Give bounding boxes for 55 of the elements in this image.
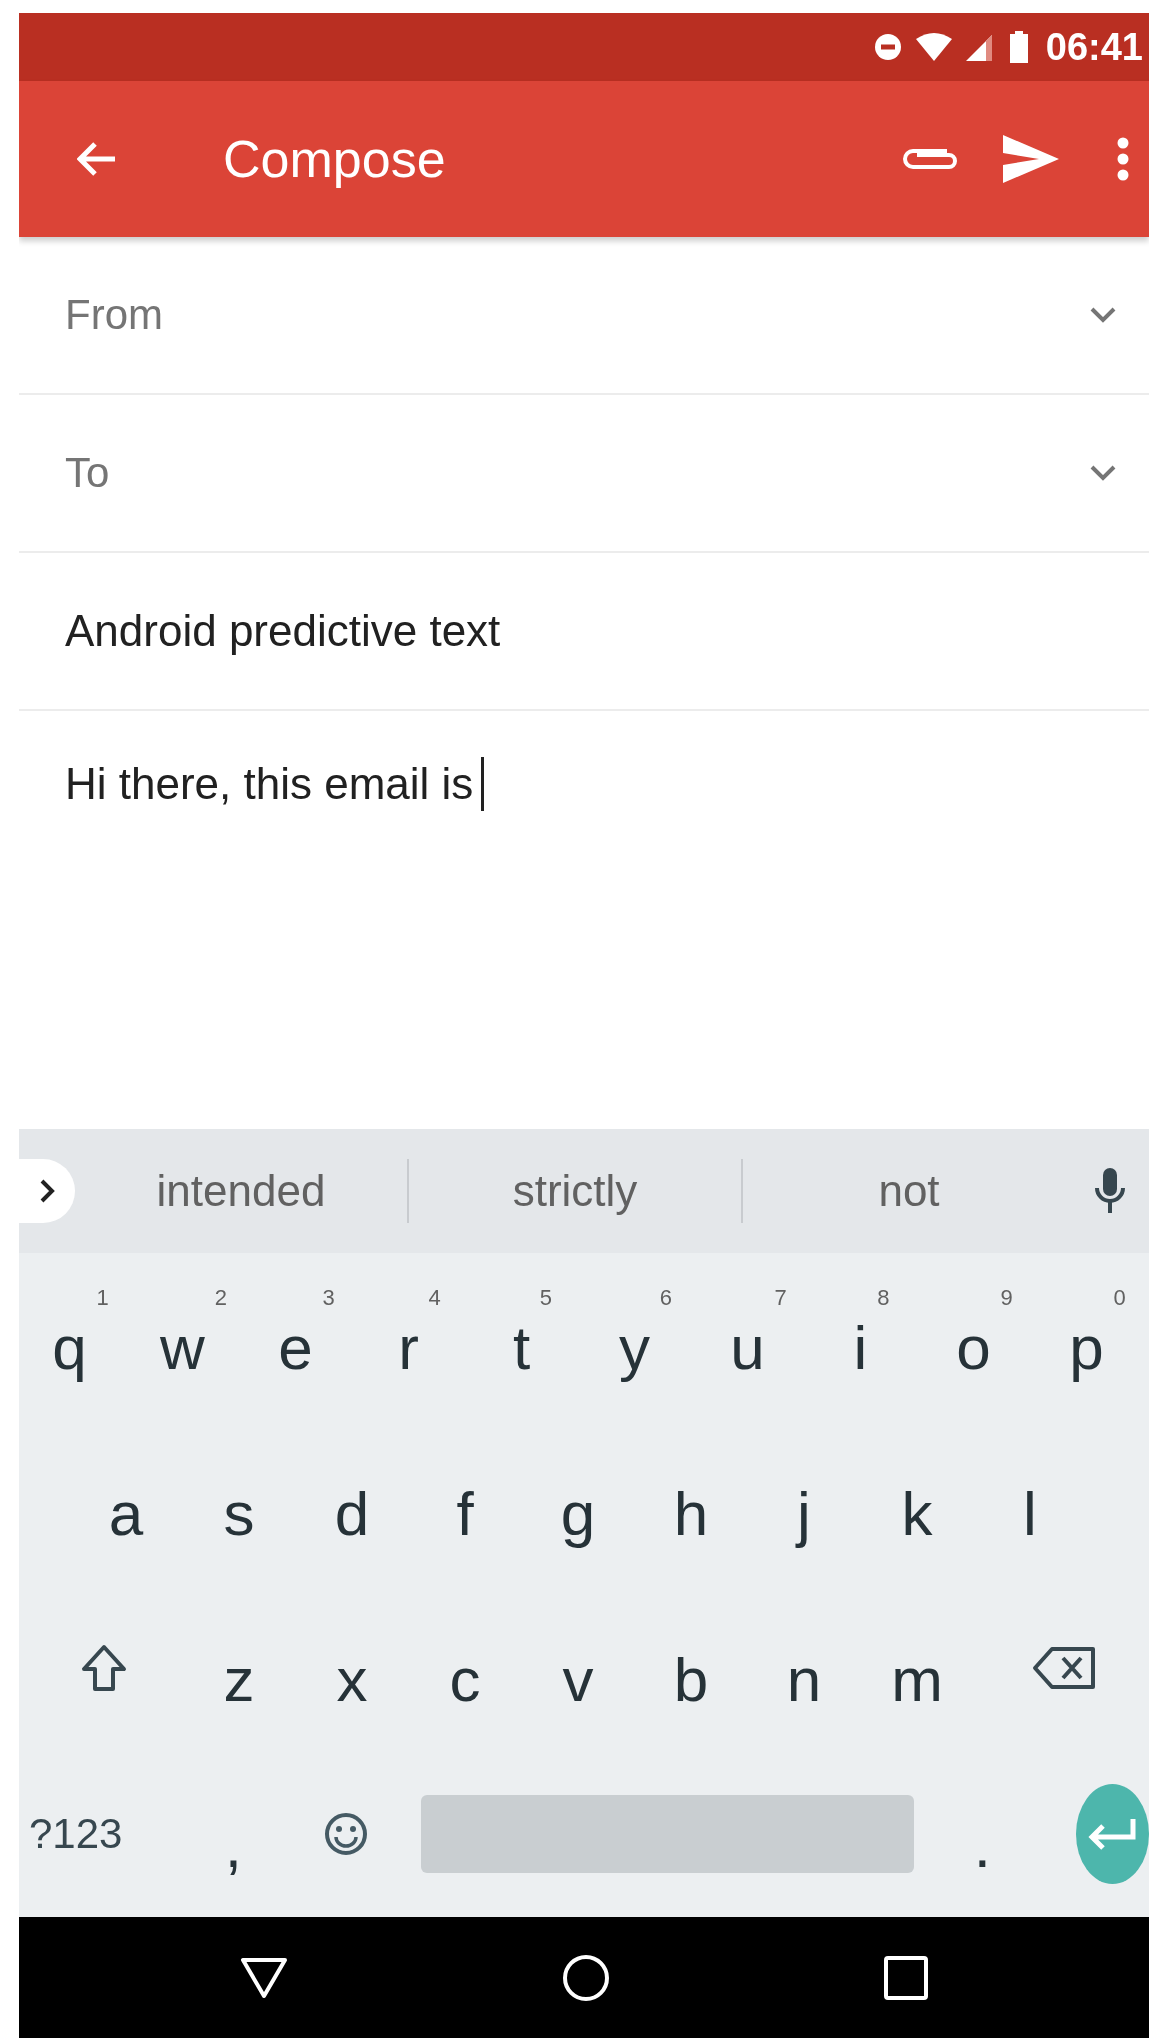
suggestion[interactable]: not xyxy=(743,1166,1075,1216)
key[interactable]: , xyxy=(214,1779,265,1889)
key[interactable]: v xyxy=(552,1613,616,1723)
recents-square-icon[interactable] xyxy=(884,1955,928,2000)
key[interactable]: r 4 xyxy=(388,1281,441,1391)
key[interactable]: . xyxy=(963,1779,1014,1889)
key[interactable]: s xyxy=(213,1447,277,1557)
symbols-key[interactable]: ?123 xyxy=(19,1797,133,1871)
key[interactable]: k xyxy=(891,1447,955,1557)
subject-field[interactable]: Android predictive text xyxy=(19,553,1149,711)
battery-icon xyxy=(1009,31,1028,63)
recipient-field[interactable]: From xyxy=(19,237,1149,395)
key[interactable]: i 8 xyxy=(843,1281,890,1391)
key[interactable]: u 7 xyxy=(720,1281,787,1391)
key[interactable]: o 9 xyxy=(946,1281,1013,1391)
key[interactable]: j xyxy=(787,1447,833,1557)
back-triangle-icon[interactable] xyxy=(240,1956,288,1999)
key[interactable]: d xyxy=(324,1447,392,1557)
emoji-icon[interactable] xyxy=(324,1812,369,1856)
key[interactable]: c xyxy=(439,1613,503,1723)
key[interactable]: g xyxy=(550,1447,618,1557)
message-body-field[interactable]: Hi there, this email is xyxy=(19,711,1149,1129)
chevron-down-icon[interactable] xyxy=(1089,464,1117,482)
microphone-icon[interactable] xyxy=(1095,1168,1125,1214)
more-icon[interactable] xyxy=(1117,137,1129,181)
key[interactable]: q 1 xyxy=(42,1281,109,1391)
key[interactable]: h xyxy=(663,1447,731,1557)
key[interactable]: l xyxy=(1013,1447,1059,1557)
shift-icon[interactable] xyxy=(80,1644,127,1692)
do-not-disturb-icon xyxy=(873,33,902,61)
back-icon[interactable] xyxy=(77,141,117,177)
key[interactable]: x xyxy=(326,1613,390,1723)
wifi-icon xyxy=(915,33,952,61)
suggestion[interactable]: strictly xyxy=(409,1166,741,1216)
key[interactable]: n xyxy=(776,1613,844,1723)
chevron-right-icon xyxy=(39,1178,55,1204)
key[interactable]: a xyxy=(98,1447,166,1557)
send-icon[interactable] xyxy=(1003,135,1059,183)
key[interactable]: w 2 xyxy=(150,1281,227,1391)
key[interactable]: t 5 xyxy=(502,1281,553,1391)
key[interactable]: z xyxy=(213,1613,277,1723)
backspace-icon[interactable] xyxy=(1032,1646,1097,1690)
key[interactable]: y 6 xyxy=(609,1281,672,1391)
chevron-down-icon[interactable] xyxy=(1089,306,1117,324)
status-time: 06:41 xyxy=(1045,25,1143,69)
key[interactable]: p 0 xyxy=(1059,1281,1126,1391)
home-circle-icon[interactable] xyxy=(562,1953,610,2002)
key[interactable]: e 3 xyxy=(268,1281,335,1391)
enter-arrow-icon xyxy=(1087,1817,1138,1851)
key[interactable]: m xyxy=(881,1613,965,1723)
suggestion[interactable]: intended xyxy=(75,1166,407,1216)
recipient-field[interactable]: To xyxy=(19,395,1149,553)
key[interactable]: f xyxy=(446,1447,496,1557)
screen-title: Compose xyxy=(223,129,447,189)
key[interactable]: b xyxy=(663,1613,731,1723)
